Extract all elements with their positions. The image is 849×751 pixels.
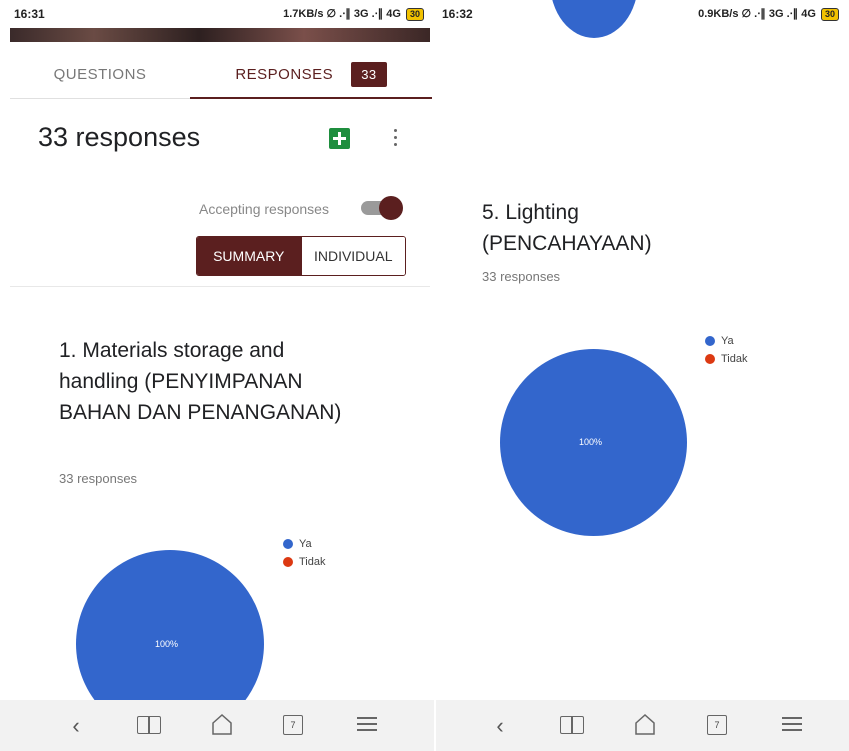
accepting-responses-label: Accepting responses bbox=[199, 201, 329, 217]
responses-title: 33 responses bbox=[38, 122, 201, 152]
individual-button[interactable]: INDIVIDUAL bbox=[300, 237, 405, 275]
book-icon[interactable] bbox=[560, 716, 584, 734]
tabs-icon[interactable]: 7 bbox=[283, 715, 303, 735]
toggle-knob bbox=[379, 196, 403, 220]
active-tab-indicator bbox=[190, 97, 432, 99]
summary-button[interactable]: SUMMARY bbox=[197, 237, 301, 275]
legend-item-tidak: Tidak bbox=[705, 350, 748, 368]
question-title: 1. Materials storage and handling (PENYI… bbox=[59, 339, 342, 424]
previous-pie-chart bbox=[549, 0, 639, 42]
menu-icon[interactable] bbox=[782, 717, 802, 731]
status-indicators: 0.9KB/s ∅ .∙∥ 3G .∙∥ 4G 30 bbox=[698, 7, 839, 21]
view-toggle: SUMMARY INDIVIDUAL bbox=[196, 236, 406, 276]
header-image bbox=[10, 28, 430, 42]
accepting-responses-toggle[interactable] bbox=[361, 196, 403, 220]
status-bar: 16:32 0.9KB/s ∅ .∙∥ 3G .∙∥ 4G 30 bbox=[436, 0, 849, 28]
home-icon[interactable] bbox=[634, 712, 656, 736]
menu-icon[interactable] bbox=[357, 717, 377, 731]
legend-tidak-swatch bbox=[705, 354, 715, 364]
pie-data-label: 100% bbox=[579, 437, 603, 447]
home-icon[interactable] bbox=[211, 712, 233, 736]
book-icon[interactable] bbox=[137, 716, 161, 734]
browser-nav-bar: ‹ 7 bbox=[436, 700, 849, 751]
status-time: 16:31 bbox=[14, 7, 45, 21]
battery-icon: 30 bbox=[820, 8, 839, 21]
chart-legend: Ya Tidak bbox=[705, 332, 748, 368]
sheets-icon[interactable] bbox=[329, 128, 350, 149]
divider bbox=[10, 286, 430, 287]
legend-item-ya: Ya bbox=[283, 535, 326, 553]
left-screen: 16:31 1.7KB/s ∅ .∙∥ 3G .∙∥ 4G 30 QUESTIO… bbox=[0, 0, 434, 751]
legend-ya-swatch bbox=[705, 336, 715, 346]
back-icon[interactable]: ‹ bbox=[486, 712, 514, 740]
legend-tidak-swatch bbox=[283, 557, 293, 567]
chart-legend: Ya Tidak bbox=[283, 535, 326, 571]
legend-item-tidak: Tidak bbox=[283, 553, 326, 571]
question-response-count: 33 responses bbox=[59, 471, 138, 486]
tab-responses[interactable]: RESPONSES 33 bbox=[190, 50, 432, 99]
status-time: 16:32 bbox=[442, 7, 473, 21]
battery-icon: 30 bbox=[405, 8, 424, 21]
right-screen: 16:32 0.9KB/s ∅ .∙∥ 3G .∙∥ 4G 30 5. Ligh… bbox=[436, 0, 849, 751]
form-tabs: QUESTIONS RESPONSES 33 bbox=[10, 50, 432, 99]
pie-data-label: 100% bbox=[155, 639, 179, 649]
legend-item-ya: Ya bbox=[705, 332, 748, 350]
more-vert-icon[interactable] bbox=[390, 127, 400, 149]
browser-nav-bar: ‹ 7 bbox=[0, 700, 434, 751]
question-title: 5. Lighting (PENCAHAYAAN) bbox=[482, 201, 652, 255]
status-bar: 16:31 1.7KB/s ∅ .∙∥ 3G .∙∥ 4G 30 bbox=[0, 0, 434, 28]
responses-count-badge: 33 bbox=[351, 61, 387, 87]
legend-ya-swatch bbox=[283, 539, 293, 549]
back-icon[interactable]: ‹ bbox=[62, 712, 90, 740]
question-response-count: 33 responses bbox=[482, 269, 561, 284]
tabs-icon[interactable]: 7 bbox=[707, 715, 727, 735]
tab-questions[interactable]: QUESTIONS bbox=[10, 50, 190, 98]
status-indicators: 1.7KB/s ∅ .∙∥ 3G .∙∥ 4G 30 bbox=[283, 7, 424, 21]
